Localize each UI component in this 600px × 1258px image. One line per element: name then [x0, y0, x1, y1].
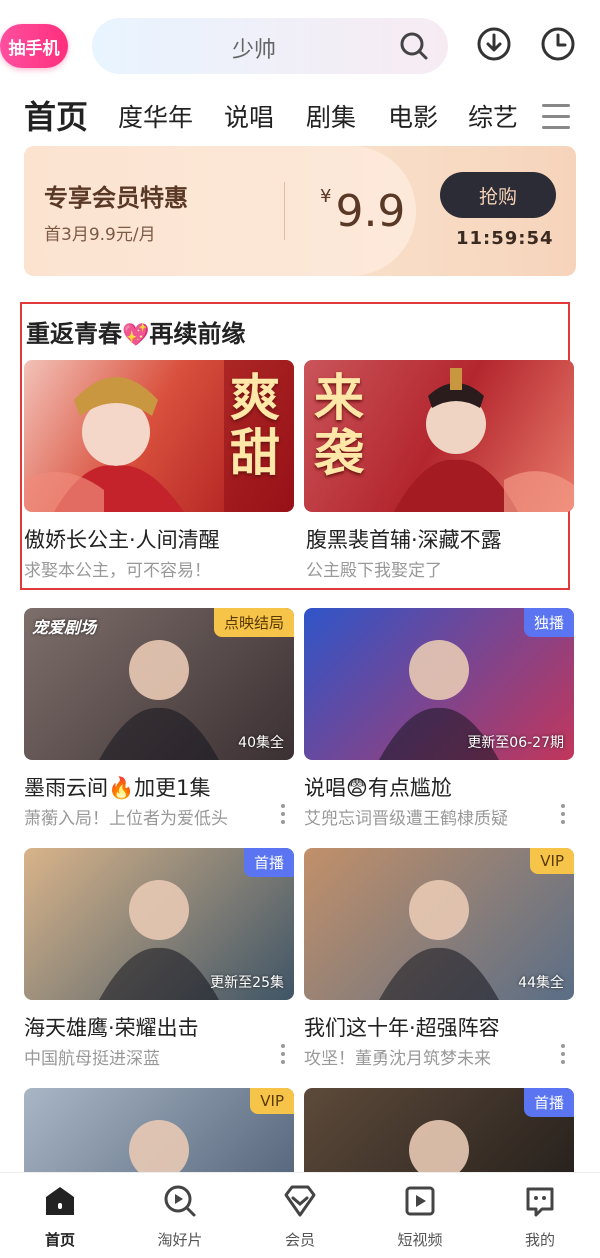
tab-series[interactable]: 剧集 [306, 98, 356, 134]
show-card-1-subtitle: 萧蘅入局！上位者为爱低头 [24, 809, 228, 829]
poster-art-text: 来袭 [314, 368, 364, 482]
search-bar[interactable]: 少帅 [92, 18, 448, 74]
show-card-2-subtitle: 艾兜忘词晋级遭王鹤棣质疑 [304, 809, 508, 829]
nav-discover[interactable]: 淘好片 [140, 1183, 220, 1250]
show-tag-badge: 首播 [243, 848, 294, 877]
video-icon [405, 1186, 435, 1216]
vip-offer-banner[interactable]: 专享会员特惠 首3月9.9元/月 ¥9.9 抢购 11:59:54 [24, 146, 576, 276]
nav-short-video[interactable]: 短视频 [380, 1183, 460, 1250]
section-title-text: 重返青春 [26, 320, 122, 348]
show-card-3-poster[interactable]: 首播更新至25集 [24, 848, 294, 1000]
show-tag-badge: VIP [530, 848, 574, 874]
diamond-icon [284, 1185, 316, 1217]
episode-status: 40集全 [238, 735, 284, 751]
show-card-4-title[interactable]: 我们这十年·超强阵容 [304, 1012, 500, 1042]
promo-badge[interactable]: 抽手机 [0, 24, 68, 68]
channel-logo: 宠爱剧场 [32, 618, 97, 637]
show-card-4-subtitle: 攻坚！董勇沈月筑梦未来 [304, 1049, 491, 1069]
profile-icon [526, 1187, 554, 1217]
top-bar: 抽手机 少帅 [0, 0, 600, 90]
tab-duhuanian[interactable]: 度华年 [118, 98, 193, 134]
nav-home[interactable]: 首页 [20, 1183, 100, 1250]
featured-card-2-poster[interactable]: 来袭 [304, 360, 574, 512]
vip-title: 专享会员特惠 [44, 184, 188, 212]
nav-label: 首页 [44, 1231, 75, 1249]
show-card-1-poster[interactable]: 点映结局 40集全 宠爱剧场 [24, 608, 294, 760]
featured-card-1-poster[interactable]: 爽甜 [24, 360, 294, 512]
show-card-3-subtitle: 中国航母挺进深蓝 [24, 1049, 160, 1069]
play-search-icon [164, 1185, 196, 1217]
nav-profile[interactable]: 我的 [500, 1183, 580, 1250]
tab-home[interactable]: 首页 [24, 92, 88, 138]
nav-label: 我的 [524, 1231, 555, 1249]
history-icon[interactable] [540, 26, 576, 62]
show-card-3-title[interactable]: 海天雄鹰·荣耀出击 [24, 1012, 199, 1042]
nav-label: 短视频 [397, 1231, 443, 1249]
more-options-icon[interactable] [278, 1044, 288, 1066]
show-card-2-title[interactable]: 说唱😨有点尴尬 [304, 772, 452, 802]
featured-card-2-title[interactable]: 腹黑裴首辅·深藏不露 [306, 524, 502, 554]
search-icon[interactable] [398, 30, 430, 62]
nav-vip[interactable]: 会员 [260, 1183, 340, 1250]
featured-card-2-subtitle: 公主殿下我娶定了 [306, 561, 442, 581]
poster-art-text: 爽甜 [230, 368, 280, 482]
vip-subtitle: 首3月9.9元/月 [44, 225, 156, 245]
episode-status: 更新至06-27期 [467, 735, 564, 751]
tab-movies[interactable]: 电影 [388, 98, 438, 134]
price-value: 9.9 [335, 186, 406, 237]
category-tabs: 首页 度华年 说唱 剧集 电影 综艺 [0, 92, 600, 142]
section-title-suffix: 再续前缘 [149, 320, 246, 348]
show-tag-badge: VIP [250, 1088, 294, 1114]
episode-status: 44集全 [518, 975, 564, 991]
vip-price: ¥9.9 [320, 186, 405, 237]
tab-variety[interactable]: 综艺 [468, 98, 518, 134]
search-placeholder: 少帅 [232, 38, 277, 63]
show-card-2-poster[interactable]: 独播更新至06-27期 [304, 608, 574, 760]
sparkling-heart-icon: 💖 [122, 323, 150, 348]
more-options-icon[interactable] [558, 804, 568, 826]
countdown-timer: 11:59:54 [456, 228, 554, 249]
more-options-icon[interactable] [278, 804, 288, 826]
home-icon [46, 1187, 74, 1215]
download-icon[interactable] [476, 26, 512, 62]
featured-card-1-title[interactable]: 傲娇长公主·人间清醒 [24, 524, 220, 554]
featured-section: 重返青春💖再续前缘 爽甜 傲娇长公主·人间清醒 求娶本公主，可不容易！ 来袭 腹… [20, 302, 574, 590]
tab-rap[interactable]: 说唱 [224, 98, 274, 134]
show-card-1-title[interactable]: 墨雨云间🔥加更1集 [24, 772, 211, 802]
show-tag-badge: 独播 [523, 608, 574, 637]
show-card-4-poster[interactable]: VIP 44集全 [304, 848, 574, 1000]
nav-label: 会员 [284, 1231, 315, 1249]
show-tag-badge: 首播 [523, 1088, 574, 1117]
show-tag-badge: 点映结局 [213, 608, 294, 637]
more-options-icon[interactable] [558, 1044, 568, 1066]
currency-symbol: ¥ [320, 186, 332, 207]
menu-icon[interactable] [542, 104, 570, 130]
nav-label: 淘好片 [157, 1231, 203, 1249]
featured-card-1-subtitle: 求娶本公主，可不容易！ [24, 561, 211, 581]
bottom-nav: 首页 淘好片 会员 短视频 我的 [0, 1172, 600, 1258]
buy-button[interactable]: 抢购 [440, 172, 556, 218]
section-title: 重返青春💖再续前缘 [26, 314, 245, 349]
episode-status: 更新至25集 [210, 975, 284, 991]
vip-divider [284, 182, 285, 240]
